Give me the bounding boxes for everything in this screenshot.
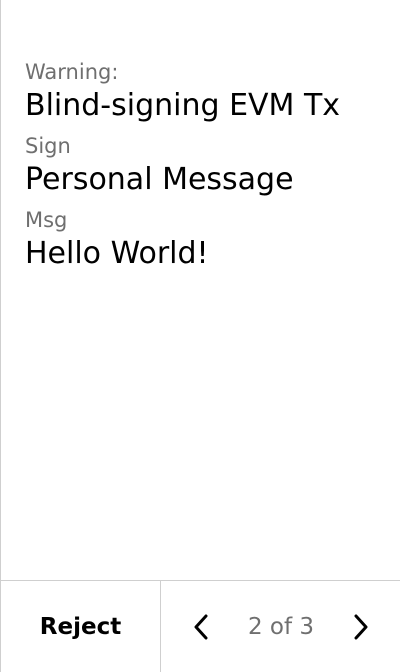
previous-page-button[interactable] xyxy=(181,607,221,647)
field-warning-value: Blind-signing EVM Tx xyxy=(25,88,341,123)
field-msg: Msg Hello World! xyxy=(25,206,384,274)
footer-bar: Reject 2 of 3 xyxy=(1,580,400,672)
field-msg-value: Hello World! xyxy=(25,236,209,271)
field-sign-value: Personal Message xyxy=(25,162,294,197)
next-page-button[interactable] xyxy=(341,607,381,647)
field-warning: Warning: Blind-signing EVM Tx xyxy=(25,58,384,126)
field-sign-label: Sign xyxy=(25,134,71,158)
chevron-left-icon xyxy=(194,614,208,639)
pager: 2 of 3 xyxy=(161,581,400,672)
page-indicator: 2 of 3 xyxy=(247,613,315,640)
field-msg-label: Msg xyxy=(25,208,68,232)
chevron-right-icon xyxy=(354,614,368,639)
field-sign: Sign Personal Message xyxy=(25,132,384,200)
review-content: Warning: Blind-signing EVM Tx Sign Perso… xyxy=(25,58,384,280)
device-screen: Warning: Blind-signing EVM Tx Sign Perso… xyxy=(0,0,400,672)
field-warning-label: Warning: xyxy=(25,60,119,84)
reject-button[interactable]: Reject xyxy=(1,581,161,672)
